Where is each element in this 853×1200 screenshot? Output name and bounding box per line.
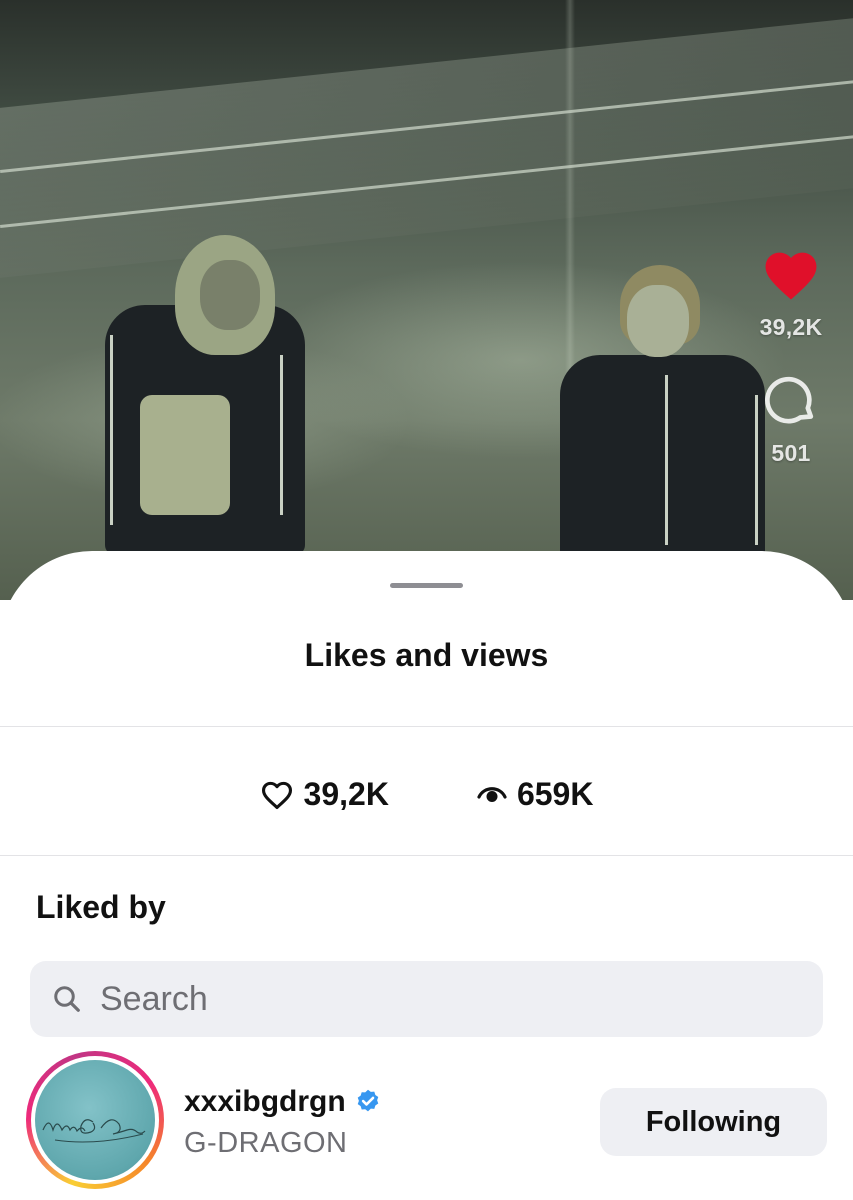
video-actions: 39,2K 501 <box>751 245 831 467</box>
full-name: G-DRAGON <box>184 1127 348 1159</box>
divider <box>0 726 853 727</box>
username-text: xxxibgdrgn <box>184 1085 346 1118</box>
performer-right <box>555 265 775 565</box>
comment-bubble-icon <box>765 376 814 424</box>
sheet-grabber[interactable] <box>390 583 463 588</box>
views-stat-value: 659K <box>516 775 594 812</box>
heart-filled-icon <box>765 252 817 300</box>
comment-button[interactable]: 501 <box>751 371 831 467</box>
verified-badge-icon <box>357 1089 378 1112</box>
likes-stat: 39,2K <box>260 776 389 813</box>
sheet-title: Likes and views <box>304 637 549 673</box>
divider <box>0 855 853 856</box>
following-button[interactable]: Following <box>600 1088 827 1156</box>
avatar-signature-logo <box>42 1119 146 1143</box>
likes-stat-value: 39,2K <box>303 775 389 812</box>
stats-row: 39,2K 659K <box>0 769 853 819</box>
liked-by-heading: Liked by <box>36 889 166 925</box>
video-player[interactable]: 39,2K 501 <box>0 0 853 600</box>
like-count: 39,2K <box>759 314 823 340</box>
eye-icon <box>477 787 507 802</box>
search-icon <box>52 984 82 1014</box>
username[interactable]: xxxibgdrgn <box>184 1085 382 1119</box>
comment-count: 501 <box>771 440 811 466</box>
likes-and-views-sheet: Likes and views 39,2K 659K Liked by Sear… <box>0 551 853 1200</box>
story-ring[interactable] <box>26 1051 164 1189</box>
list-item[interactable]: xxxibgdrgn G-DRAGON Following <box>0 1051 853 1196</box>
like-button[interactable]: 39,2K <box>751 245 831 341</box>
avatar <box>35 1060 155 1180</box>
heart-outline-icon <box>261 781 292 810</box>
views-stat: 659K <box>477 775 594 813</box>
search-placeholder: Search <box>100 979 208 1018</box>
performer-left <box>95 235 315 555</box>
search-input[interactable]: Search <box>30 961 823 1037</box>
